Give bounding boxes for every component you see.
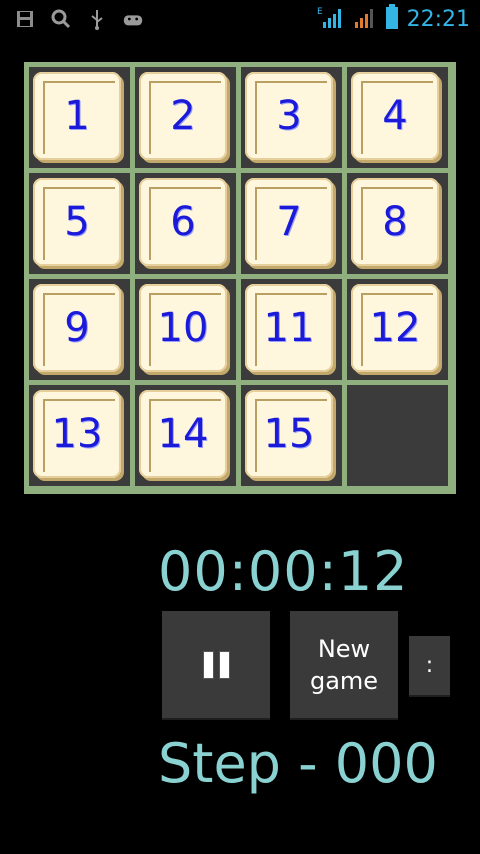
board-cell: 14: [135, 385, 236, 486]
more-options-label: :: [425, 653, 434, 678]
tile-number: 14: [157, 411, 209, 457]
puzzle-tile[interactable]: 13: [33, 390, 121, 478]
empty-cell[interactable]: [347, 385, 448, 486]
tile-number: 6: [170, 199, 196, 245]
puzzle-tile[interactable]: 3: [245, 72, 333, 160]
usb-icon: [86, 8, 108, 30]
board-cell: 10: [135, 279, 236, 380]
board-cell: 15: [241, 385, 342, 486]
tile-number: 5: [64, 199, 90, 245]
new-game-label-line2: game: [309, 666, 379, 695]
timer: 00:00:12: [158, 540, 409, 603]
puzzle-tile[interactable]: 6: [139, 178, 227, 266]
board-cell: 9: [29, 279, 130, 380]
tile-number: 9: [64, 305, 90, 351]
android-icon: [122, 8, 144, 30]
puzzle-tile[interactable]: 4: [351, 72, 439, 160]
status-bar: E 22:21: [0, 0, 480, 38]
puzzle-tile[interactable]: 9: [33, 284, 121, 372]
puzzle-board: 1 2 3 4 5 6 7 8 9 10 11 12 13 14 15: [24, 62, 456, 494]
puzzle-tile[interactable]: 1: [33, 72, 121, 160]
puzzle-tile[interactable]: 2: [139, 72, 227, 160]
puzzle-tile[interactable]: 15: [245, 390, 333, 478]
board-cell: 5: [29, 173, 130, 274]
new-game-label-line1: New: [317, 634, 371, 663]
tile-number: 2: [170, 93, 196, 139]
status-icons-right: E 22:21: [317, 4, 470, 34]
tile-number: 8: [382, 199, 408, 245]
tile-number: 15: [263, 411, 315, 457]
tile-number: 3: [276, 93, 302, 139]
tile-number: 1: [64, 93, 90, 139]
board-cell: 13: [29, 385, 130, 486]
puzzle-tile[interactable]: 5: [33, 178, 121, 266]
tile-number: 11: [263, 305, 315, 351]
puzzle-tile[interactable]: 8: [351, 178, 439, 266]
tile-number: 13: [51, 411, 103, 457]
puzzle-tile[interactable]: 14: [139, 390, 227, 478]
tile-number: 10: [157, 305, 209, 351]
puzzle-tile[interactable]: 11: [245, 284, 333, 372]
board-cell: 2: [135, 67, 236, 168]
board-cell: 6: [135, 173, 236, 274]
board-cell: 11: [241, 279, 342, 380]
svg-text:E: E: [317, 7, 323, 17]
pause-button[interactable]: [162, 611, 270, 718]
board-cell: 12: [347, 279, 448, 380]
step-counter: Step - 000: [158, 732, 438, 795]
status-icons-left: [14, 8, 144, 30]
puzzle-tile[interactable]: 12: [351, 284, 439, 372]
tile-number: 7: [276, 199, 302, 245]
signal-icon-2: [351, 5, 377, 33]
signal-icon: E: [317, 5, 343, 33]
board-cell: 8: [347, 173, 448, 274]
puzzle-tile[interactable]: 10: [139, 284, 227, 372]
clock: 22:21: [406, 6, 470, 32]
board-cell: 3: [241, 67, 342, 168]
pause-icon: [202, 650, 230, 679]
board-cell: 4: [347, 67, 448, 168]
board-cell: 1: [29, 67, 130, 168]
puzzle-tile[interactable]: 7: [245, 178, 333, 266]
save-icon: [14, 8, 36, 30]
tile-number: 12: [369, 305, 421, 351]
more-options-button[interactable]: :: [409, 636, 450, 695]
search-icon: [50, 8, 72, 30]
board-cell: 7: [241, 173, 342, 274]
new-game-button[interactable]: New game: [290, 611, 398, 718]
battery-icon: [385, 4, 399, 34]
tile-number: 4: [382, 93, 408, 139]
